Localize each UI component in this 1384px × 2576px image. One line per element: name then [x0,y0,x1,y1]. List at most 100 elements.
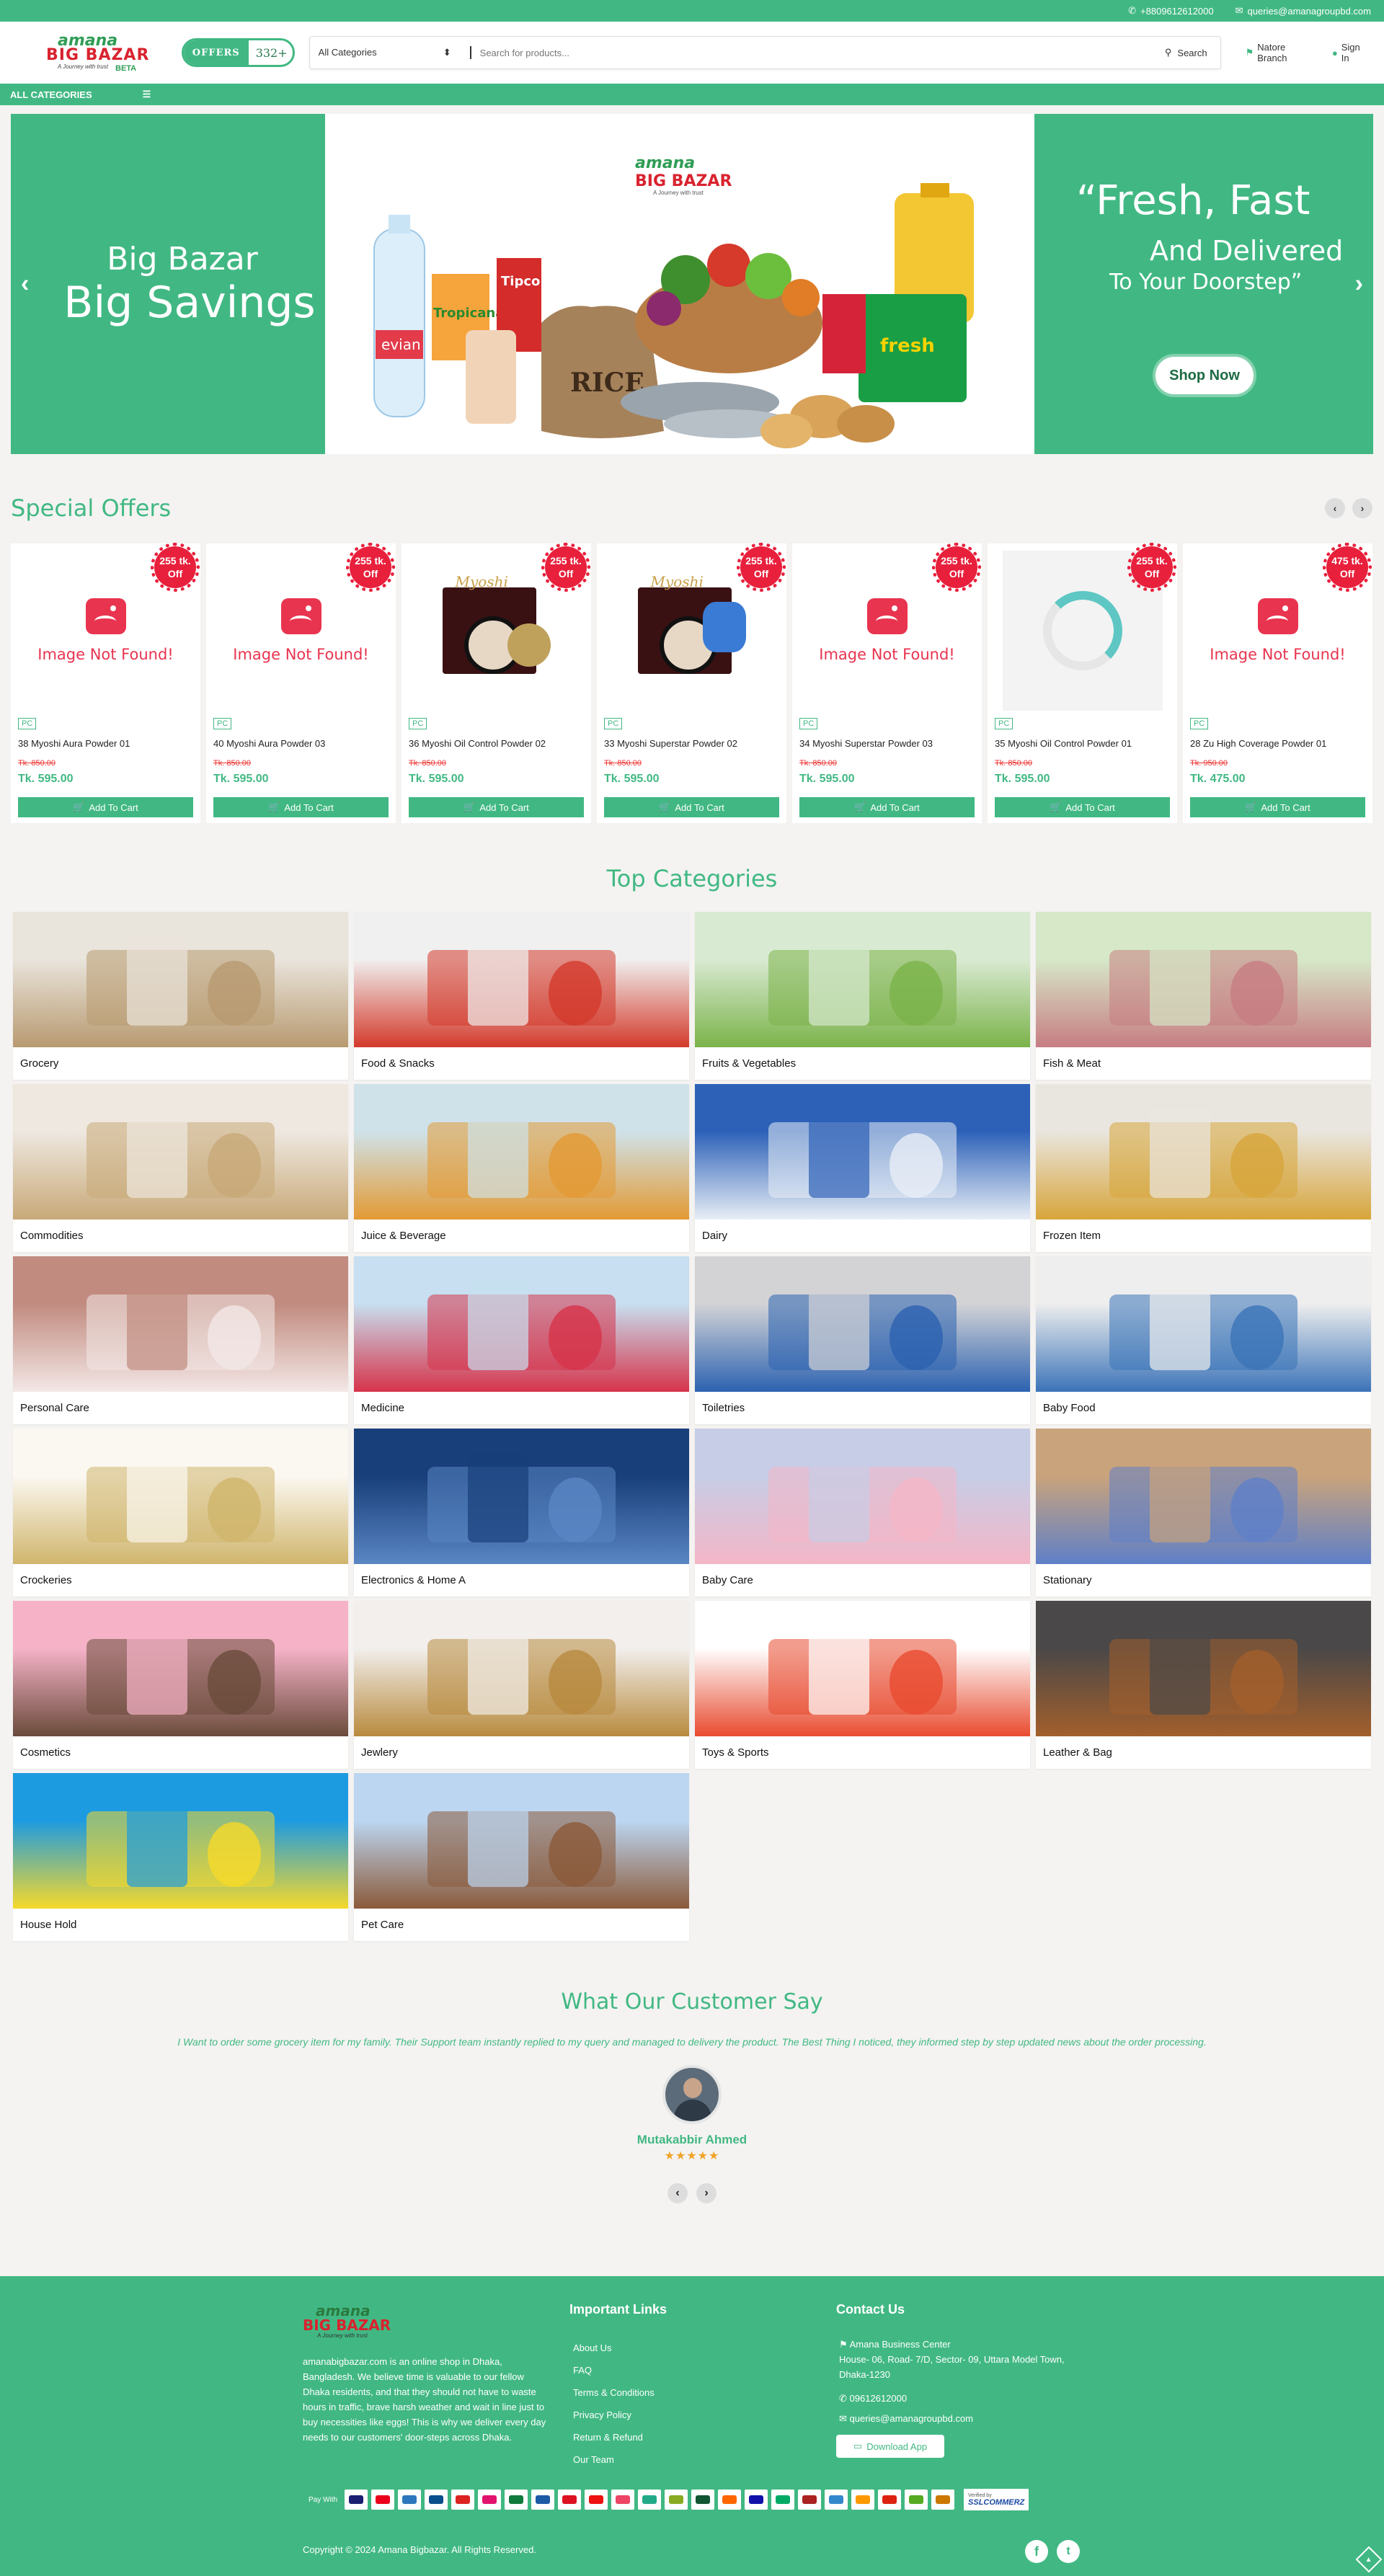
payment-method-icon [798,2490,822,2510]
product-image: Myoshi [442,573,551,688]
footer-link[interactable]: Privacy Policy [573,2404,655,2426]
add-to-cart-button[interactable]: 🛒 Add To Cart [18,797,193,817]
category-card[interactable]: Food & Snacks [354,912,689,1080]
footer-link[interactable]: Our Team [573,2448,655,2471]
shop-now-button[interactable]: Shop Now [1155,357,1254,394]
offer-card[interactable]: 255 tk. Off Myoshi PC 36 Myoshi Oil Contr… [402,543,591,823]
email-contact[interactable]: ✉ queries@amanagroupbd.com [1236,5,1371,17]
site-logo[interactable]: amana BIG BAZAR A Journey with trust BET… [43,30,160,75]
offer-card[interactable]: 255 tk. Off Image Not Found! PC 34 Myoshi… [792,543,982,823]
add-to-cart-button[interactable]: 🛒 Add To Cart [799,797,975,817]
footer-link[interactable]: Return & Refund [573,2426,655,2448]
offer-card[interactable]: 475 tk. Off Image Not Found! PC 28 Zu Hig… [1183,543,1372,823]
category-card[interactable]: House Hold [13,1773,348,1941]
add-to-cart-button[interactable]: 🛒 Add To Cart [604,797,779,817]
discount-amount: 255 tk. [941,555,972,567]
category-card[interactable]: Baby Care [695,1429,1030,1596]
add-to-cart-button[interactable]: 🛒 Add To Cart [1190,797,1365,817]
category-image [354,912,689,1047]
category-card[interactable]: Toiletries [695,1256,1030,1424]
product-name[interactable]: 38 Myoshi Aura Powder 01 [18,738,130,749]
category-select[interactable]: All Categories ⬍ [310,47,461,58]
search-icon: ⚲ [1164,47,1172,58]
evian-label: evian [381,336,421,353]
search-button[interactable]: ⚲ Search [1165,47,1220,58]
category-card[interactable]: Toys & Sports [695,1601,1030,1769]
carousel-next-icon[interactable]: › [1355,270,1363,298]
category-label: Jewlery [361,1746,398,1759]
category-card[interactable]: Commodities [13,1084,348,1252]
category-card[interactable]: Pet Care [354,1773,689,1941]
offer-card[interactable]: 255 tk. Off Image Not Found! PC 40 Myoshi… [206,543,396,823]
category-card[interactable]: Stationary [1036,1429,1371,1596]
category-card[interactable]: Dairy [695,1084,1030,1252]
product-name[interactable]: 40 Myoshi Aura Powder 03 [213,738,325,749]
category-image [354,1773,689,1909]
offer-card[interactable]: 255 tk. Off PC 35 Myoshi Oil Control Powd… [988,543,1177,823]
cart-icon: 🛒 [1245,801,1257,812]
footer-logo[interactable]: amana BIG BAZAR A Journey with trust [303,2302,404,2344]
search-input[interactable] [479,47,1165,58]
customer-avatar [662,2065,722,2124]
current-price: Tk. 595.00 [995,773,1050,785]
product-name[interactable]: 35 Myoshi Oil Control Powder 01 [995,738,1132,749]
twitter-icon[interactable]: t [1057,2540,1080,2563]
product-name[interactable]: 28 Zu High Coverage Powder 01 [1190,738,1326,749]
category-card[interactable]: Medicine [354,1256,689,1424]
offer-card[interactable]: 255 tk. Off Myoshi PC 33 Myoshi Superstar… [597,543,786,823]
category-card[interactable]: Personal Care [13,1256,348,1424]
category-card[interactable]: Electronics & Home A [354,1429,689,1596]
phone-contact[interactable]: ✆ +8809612612000 [1128,5,1214,17]
footer-link[interactable]: About Us [573,2337,655,2359]
offers-next-button[interactable]: › [1352,498,1372,518]
tropicana-label: Tropicana [433,306,504,321]
all-categories-bar[interactable]: ALL CATEGORIES ☰ [0,84,1384,105]
product-name[interactable]: 33 Myoshi Superstar Powder 02 [604,738,737,749]
payment-icons [345,2490,958,2510]
footer-link[interactable]: FAQ [573,2359,655,2381]
current-price: Tk. 595.00 [604,773,660,785]
sign-in-label: Sign In [1341,42,1360,63]
add-to-cart-button[interactable]: 🛒 Add To Cart [995,797,1170,817]
hero-logo-tagline: A Journey with trust [653,190,704,196]
testimonial-next-button[interactable]: › [696,2183,717,2203]
category-card[interactable]: Frozen Item [1036,1084,1371,1252]
offers-button[interactable]: OFFERS 332+ [181,38,295,67]
discount-amount: 255 tk. [745,555,777,567]
sign-in-link[interactable]: ● Sign In [1332,42,1370,63]
category-card[interactable]: Juice & Beverage [354,1084,689,1252]
download-app-button[interactable]: ▭ Download App [836,2435,944,2458]
category-card[interactable]: Baby Food [1036,1256,1371,1424]
copyright-text: Copyright © 2024 Amana Bigbazar. All Rig… [303,2544,536,2555]
footer-link[interactable]: Terms & Conditions [573,2381,655,2404]
category-card[interactable]: Grocery [13,912,348,1080]
add-to-cart-button[interactable]: 🛒 Add To Cart [409,797,584,817]
payment-method-icon [478,2490,502,2510]
payment-method-icon [611,2490,635,2510]
contact-email[interactable]: ✉ queries@amanagroupbd.com [839,2413,973,2425]
discount-badge: 255 tk. Off [346,543,395,592]
product-name[interactable]: 34 Myoshi Superstar Powder 03 [799,738,933,749]
offers-prev-button[interactable]: ‹ [1325,498,1345,518]
category-card[interactable]: Fish & Meat [1036,912,1371,1080]
category-select-value: All Categories [318,47,377,58]
category-card[interactable]: Fruits & Vegetables [695,912,1030,1080]
carousel-prev-icon[interactable]: ‹ [21,270,29,298]
category-card[interactable]: Jewlery [354,1601,689,1769]
category-card[interactable]: Crockeries [13,1429,348,1596]
contact-phone[interactable]: ✆ 09612612000 [839,2393,907,2404]
facebook-icon[interactable]: f [1025,2540,1048,2563]
scroll-top-icon[interactable]: ▲ [1355,2546,1383,2573]
add-to-cart-button[interactable]: 🛒 Add To Cart [213,797,389,817]
menu-icon[interactable]: ☰ [143,89,151,100]
ssl-badge: Verified by SSLCOMMERZ [964,2489,1029,2510]
product-name[interactable]: 36 Myoshi Oil Control Powder 02 [409,738,546,749]
category-card[interactable]: Cosmetics [13,1601,348,1769]
branch-selector[interactable]: ⚑ Natore Branch [1246,42,1316,63]
category-card[interactable]: Leather & Bag [1036,1601,1371,1769]
category-label: Dairy [702,1230,728,1242]
search-divider [469,46,471,59]
testimonial-prev-button[interactable]: ‹ [667,2183,688,2203]
product-image: Myoshi [637,573,746,688]
offer-card[interactable]: 255 tk. Off Image Not Found! PC 38 Myoshi… [11,543,200,823]
